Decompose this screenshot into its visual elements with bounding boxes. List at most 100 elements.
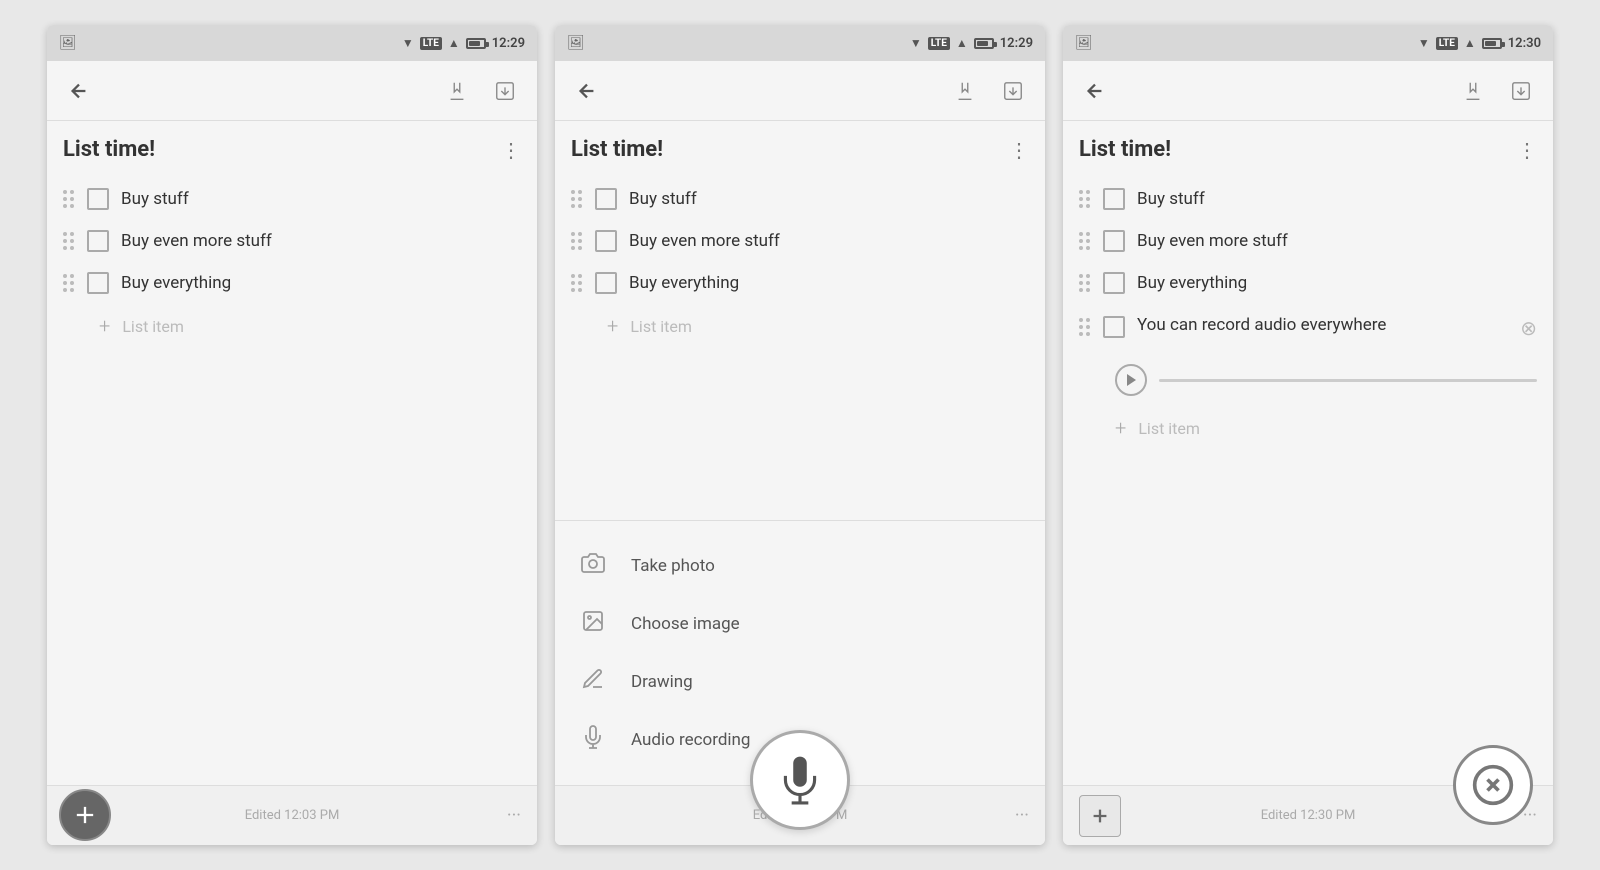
more-options-3[interactable]: ⋮ — [1517, 138, 1537, 162]
list-item[interactable]: Buy even more stuff — [571, 220, 1029, 262]
item-text: Buy stuff — [629, 189, 1029, 209]
toolbar-left-1 — [63, 75, 95, 107]
list-item[interactable]: Buy stuff — [571, 178, 1029, 220]
more-btn-2[interactable]: ··· — [1015, 805, 1029, 826]
edited-label-1: Edited 12:03 PM — [245, 808, 340, 823]
list-title-1: List time! — [63, 137, 155, 162]
list-item[interactable]: Buy everything — [63, 262, 521, 304]
screen-1: 🖼 ▼ LTE ▲ 12:29 — [47, 25, 537, 845]
drag-handle[interactable] — [1079, 190, 1091, 209]
checkbox[interactable] — [1103, 272, 1125, 294]
list-item-audio[interactable]: You can record audio everywhere ⊗ — [1079, 304, 1537, 350]
checkbox[interactable] — [1103, 188, 1125, 210]
cancel-item-icon[interactable]: ⊗ — [1520, 316, 1537, 340]
drag-handle[interactable] — [571, 190, 583, 209]
status-bar-left-3: 🖼 — [1075, 35, 1093, 51]
touch-icon-3[interactable] — [1457, 75, 1489, 107]
choose-image-label: Choose image — [631, 614, 740, 634]
add-icon-3: + — [1115, 416, 1126, 440]
item-text: Buy even more stuff — [121, 231, 521, 251]
drag-handle[interactable] — [63, 274, 75, 293]
mic-fab[interactable] — [750, 730, 850, 830]
list-item[interactable]: Buy everything — [1079, 262, 1537, 304]
back-button-2[interactable] — [571, 75, 603, 107]
toolbar-right-3 — [1457, 75, 1537, 107]
add-label-2: List item — [630, 317, 692, 336]
list-item[interactable]: Buy even more stuff — [1079, 220, 1537, 262]
item-text: Buy even more stuff — [1137, 231, 1537, 251]
list-item[interactable]: Buy even more stuff — [63, 220, 521, 262]
drag-handle[interactable] — [571, 232, 583, 251]
item-text: Buy stuff — [1137, 189, 1537, 209]
checkbox[interactable] — [595, 272, 617, 294]
drag-handle[interactable] — [1079, 274, 1091, 293]
audio-progress-bar[interactable] — [1159, 379, 1537, 382]
list-header-1: List time! ⋮ — [63, 137, 521, 162]
toolbar-left-3 — [1079, 75, 1111, 107]
play-button[interactable] — [1115, 364, 1147, 396]
item-text: Buy everything — [121, 273, 521, 293]
checkbox[interactable] — [1103, 230, 1125, 252]
add-item-row-1[interactable]: + List item — [63, 304, 521, 348]
drag-handle[interactable] — [1079, 318, 1091, 337]
touch-icon-2[interactable] — [949, 75, 981, 107]
drag-handle[interactable] — [1079, 232, 1091, 251]
status-bar-left-1: 🖼 — [59, 35, 77, 51]
list-item[interactable]: Buy stuff — [1079, 178, 1537, 220]
toolbar-left-2 — [571, 75, 603, 107]
download-icon-1[interactable] — [489, 75, 521, 107]
checkbox[interactable] — [1103, 316, 1125, 338]
content-3: List time! ⋮ Buy stuff Buy even more stu… — [1063, 121, 1553, 785]
download-icon-3[interactable] — [1505, 75, 1537, 107]
checkbox[interactable] — [595, 188, 617, 210]
item-text-audio: You can record audio everywhere — [1137, 314, 1500, 338]
more-options-2[interactable]: ⋮ — [1009, 138, 1029, 162]
add-item-row-2[interactable]: + List item — [571, 304, 1029, 348]
drawing-label: Drawing — [631, 672, 693, 692]
screen-2: 🖼 ▼ LTE ▲ 12:29 — [555, 25, 1045, 845]
list-item[interactable]: Buy everything — [571, 262, 1029, 304]
more-options-1[interactable]: ⋮ — [501, 138, 521, 162]
add-item-row-3[interactable]: + List item — [1079, 406, 1537, 450]
menu-take-photo[interactable]: Take photo — [555, 537, 1045, 595]
cancel-icon — [1471, 763, 1515, 807]
drag-handle[interactable] — [63, 190, 75, 209]
more-btn-1[interactable]: ··· — [507, 805, 521, 826]
download-icon-2[interactable] — [997, 75, 1029, 107]
checkbox[interactable] — [87, 188, 109, 210]
add-btn-3[interactable] — [1079, 795, 1121, 837]
drag-handle[interactable] — [571, 274, 583, 293]
checkbox[interactable] — [87, 272, 109, 294]
time-3: 12:30 — [1508, 36, 1541, 51]
list-item[interactable]: Buy stuff — [63, 178, 521, 220]
image-icon — [579, 609, 607, 639]
app-container: 🖼 ▼ LTE ▲ 12:29 — [27, 5, 1573, 865]
touch-icon-1[interactable] — [441, 75, 473, 107]
edited-label-3: Edited 12:30 PM — [1261, 808, 1356, 823]
item-text: Buy everything — [1137, 273, 1537, 293]
battery-icon-2 — [974, 38, 994, 49]
list-header-3: List time! ⋮ — [1079, 137, 1537, 162]
add-label-3: List item — [1138, 419, 1200, 438]
menu-choose-image[interactable]: Choose image — [555, 595, 1045, 653]
status-icons-1: ▼ LTE ▲ 12:29 — [402, 36, 525, 51]
checkbox[interactable] — [87, 230, 109, 252]
time-2: 12:29 — [1000, 36, 1033, 51]
list-header-2: List time! ⋮ — [571, 137, 1029, 162]
drag-handle[interactable] — [63, 232, 75, 251]
microphone-icon — [775, 755, 825, 805]
take-photo-label: Take photo — [631, 556, 715, 576]
back-button-3[interactable] — [1079, 75, 1111, 107]
add-fab-1[interactable] — [59, 789, 111, 841]
toolbar-right-1 — [441, 75, 521, 107]
bottom-bar-1: Edited 12:03 PM ··· — [47, 785, 537, 845]
status-icons-2: ▼ LTE ▲ 12:29 — [910, 36, 1033, 51]
toolbar-right-2 — [949, 75, 1029, 107]
cancel-fab[interactable] — [1453, 745, 1533, 825]
checkbox[interactable] — [595, 230, 617, 252]
battery-icon-1 — [466, 38, 486, 49]
status-bar-1: 🖼 ▼ LTE ▲ 12:29 — [47, 25, 537, 61]
camera-icon — [579, 551, 607, 581]
back-button-1[interactable] — [63, 75, 95, 107]
menu-drawing[interactable]: Drawing — [555, 653, 1045, 711]
